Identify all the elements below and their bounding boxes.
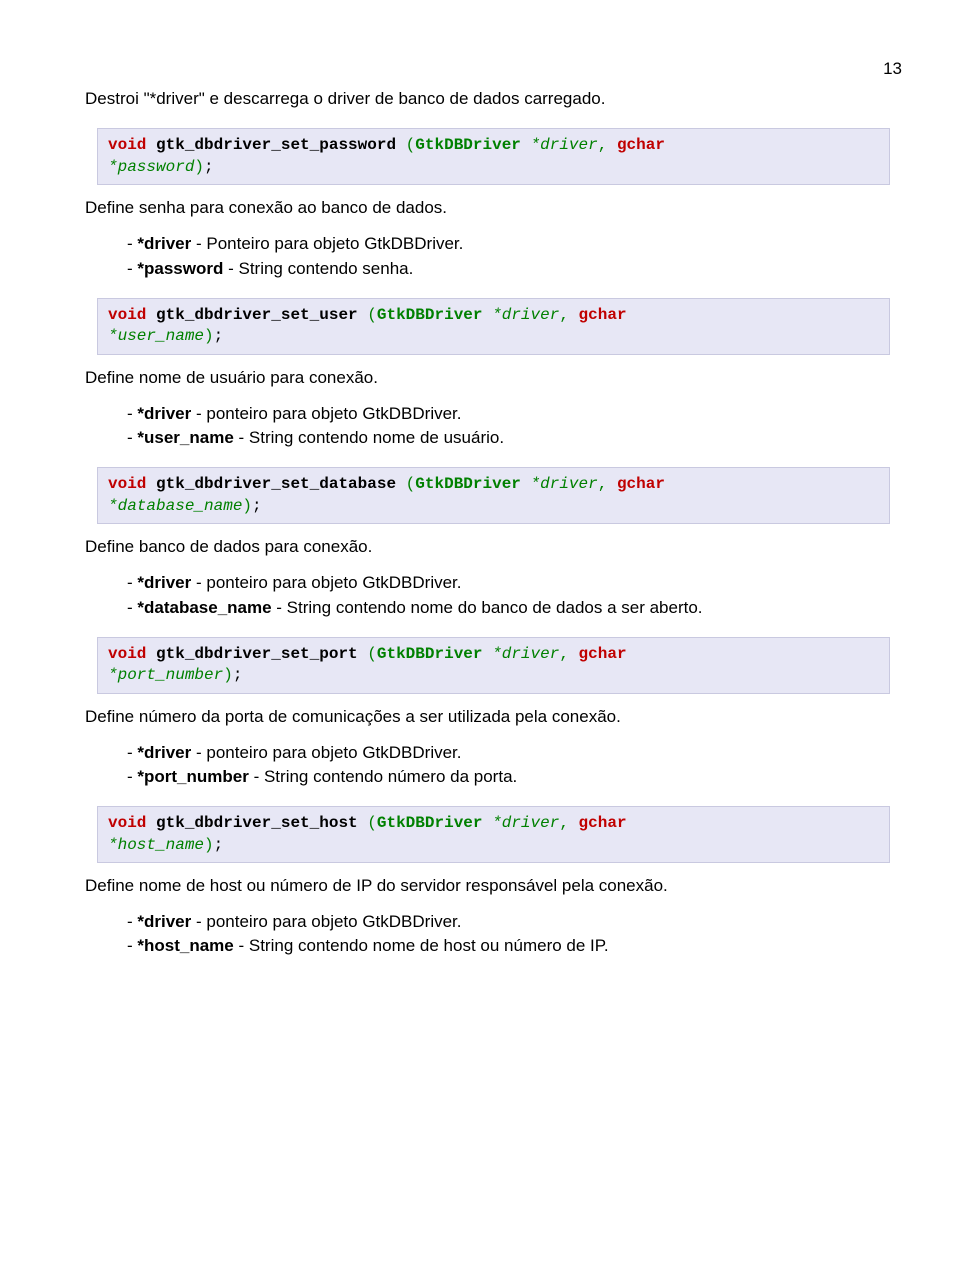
- sec1-param1: *driver - Ponteiro para objeto GtkDBDriv…: [127, 233, 902, 255]
- sec5-param1: *driver - ponteiro para objeto GtkDBDriv…: [127, 911, 902, 933]
- code-comma: ,: [598, 136, 608, 154]
- code-class: GtkDBDriver: [377, 645, 483, 663]
- sec5-param1-desc: - ponteiro para objeto GtkDBDriver.: [191, 912, 461, 931]
- sec4-param2-desc: - String contendo número da porta.: [249, 767, 517, 786]
- sec2-param1-desc: - ponteiro para objeto GtkDBDriver.: [191, 404, 461, 423]
- sec2-code: void gtk_dbdriver_set_user (GtkDBDriver …: [97, 298, 890, 355]
- code-comma: ,: [559, 306, 569, 324]
- code-arg2: *user_name: [108, 327, 204, 345]
- page-number: 13: [85, 58, 902, 80]
- code-return-type: void: [108, 136, 146, 154]
- sec4-param1-name: *driver: [137, 743, 191, 762]
- sec2-param1: *driver - ponteiro para objeto GtkDBDriv…: [127, 403, 902, 425]
- code-class: GtkDBDriver: [415, 475, 521, 493]
- sec3-param2-desc: - String contendo nome do banco de dados…: [272, 598, 703, 617]
- sec1-param2-desc: - String contendo senha.: [223, 259, 413, 278]
- code-lparen: (: [367, 814, 377, 832]
- code-lparen: (: [367, 645, 377, 663]
- code-func-name: gtk_dbdriver_set_user: [156, 306, 358, 324]
- sec4-param2: *port_number - String contendo número da…: [127, 766, 902, 788]
- code-semi: ;: [252, 497, 262, 515]
- code-arg1: *driver: [492, 814, 559, 832]
- sec2-param1-name: *driver: [137, 404, 191, 423]
- sec5-params: *driver - ponteiro para objeto GtkDBDriv…: [127, 911, 902, 957]
- code-param-type: gchar: [579, 306, 627, 324]
- code-class: GtkDBDriver: [415, 136, 521, 154]
- code-arg2: *password: [108, 158, 194, 176]
- code-comma: ,: [559, 814, 569, 832]
- sec4-param1: *driver - ponteiro para objeto GtkDBDriv…: [127, 742, 902, 764]
- code-semi: ;: [214, 836, 224, 854]
- sec5-code: void gtk_dbdriver_set_host (GtkDBDriver …: [97, 806, 890, 863]
- sec3-param1: *driver - ponteiro para objeto GtkDBDriv…: [127, 572, 902, 594]
- code-arg1: *driver: [492, 645, 559, 663]
- sec3-params: *driver - ponteiro para objeto GtkDBDriv…: [127, 572, 902, 618]
- code-arg2: *port_number: [108, 666, 223, 684]
- sec5-param2: *host_name - String contendo nome de hos…: [127, 935, 902, 957]
- sec3-desc: Define banco de dados para conexão.: [85, 536, 902, 558]
- sec4-param1-desc: - ponteiro para objeto GtkDBDriver.: [191, 743, 461, 762]
- sec3-param1-name: *driver: [137, 573, 191, 592]
- sec1-desc: Define senha para conexão ao banco de da…: [85, 197, 902, 219]
- sec4-param2-name: *port_number: [137, 767, 248, 786]
- code-param-type: gchar: [617, 475, 665, 493]
- code-arg1: *driver: [492, 306, 559, 324]
- sec5-param2-name: *host_name: [137, 936, 233, 955]
- sec4-code: void gtk_dbdriver_set_port (GtkDBDriver …: [97, 637, 890, 694]
- sec1-params: *driver - Ponteiro para objeto GtkDBDriv…: [127, 233, 902, 279]
- code-return-type: void: [108, 306, 146, 324]
- sec3-param2: *database_name - String contendo nome do…: [127, 597, 902, 619]
- code-lparen: (: [406, 136, 416, 154]
- sec5-desc: Define nome de host ou número de IP do s…: [85, 875, 902, 897]
- code-return-type: void: [108, 475, 146, 493]
- code-func-name: gtk_dbdriver_set_database: [156, 475, 396, 493]
- code-param-type: gchar: [579, 645, 627, 663]
- sec2-param2-desc: - String contendo nome de usuário.: [234, 428, 504, 447]
- sec2-params: *driver - ponteiro para objeto GtkDBDriv…: [127, 403, 902, 449]
- code-param-type: gchar: [579, 814, 627, 832]
- sec2-desc: Define nome de usuário para conexão.: [85, 367, 902, 389]
- code-lparen: (: [367, 306, 377, 324]
- sec1-param1-name: *driver: [137, 234, 191, 253]
- sec5-param1-name: *driver: [137, 912, 191, 931]
- code-rparen: ): [204, 836, 214, 854]
- code-rparen: ): [223, 666, 233, 684]
- sec3-param1-desc: - ponteiro para objeto GtkDBDriver.: [191, 573, 461, 592]
- code-comma: ,: [598, 475, 608, 493]
- code-param-type: gchar: [617, 136, 665, 154]
- sec1-param1-desc: - Ponteiro para objeto GtkDBDriver.: [191, 234, 463, 253]
- code-arg2: *host_name: [108, 836, 204, 854]
- sec1-param2: *password - String contendo senha.: [127, 258, 902, 280]
- code-func-name: gtk_dbdriver_set_password: [156, 136, 396, 154]
- code-comma: ,: [559, 645, 569, 663]
- code-lparen: (: [406, 475, 416, 493]
- code-return-type: void: [108, 645, 146, 663]
- sec1-param2-name: *password: [137, 259, 223, 278]
- sec4-params: *driver - ponteiro para objeto GtkDBDriv…: [127, 742, 902, 788]
- code-class: GtkDBDriver: [377, 306, 483, 324]
- sec1-intro: Destroi "*driver" e descarrega o driver …: [85, 88, 902, 110]
- code-return-type: void: [108, 814, 146, 832]
- code-arg1: *driver: [531, 136, 598, 154]
- sec5-param2-desc: - String contendo nome de host ou número…: [234, 936, 609, 955]
- code-func-name: gtk_dbdriver_set_host: [156, 814, 358, 832]
- sec1-code: void gtk_dbdriver_set_password (GtkDBDri…: [97, 128, 890, 185]
- sec3-code: void gtk_dbdriver_set_database (GtkDBDri…: [97, 467, 890, 524]
- code-semi: ;: [214, 327, 224, 345]
- code-arg1: *driver: [531, 475, 598, 493]
- code-semi: ;: [204, 158, 214, 176]
- code-semi: ;: [233, 666, 243, 684]
- code-class: GtkDBDriver: [377, 814, 483, 832]
- code-func-name: gtk_dbdriver_set_port: [156, 645, 358, 663]
- code-rparen: ): [204, 327, 214, 345]
- sec3-param2-name: *database_name: [137, 598, 271, 617]
- sec4-desc: Define número da porta de comunicações a…: [85, 706, 902, 728]
- sec2-param2: *user_name - String contendo nome de usu…: [127, 427, 902, 449]
- sec2-param2-name: *user_name: [137, 428, 233, 447]
- code-rparen: ): [242, 497, 252, 515]
- code-arg2: *database_name: [108, 497, 242, 515]
- code-rparen: ): [194, 158, 204, 176]
